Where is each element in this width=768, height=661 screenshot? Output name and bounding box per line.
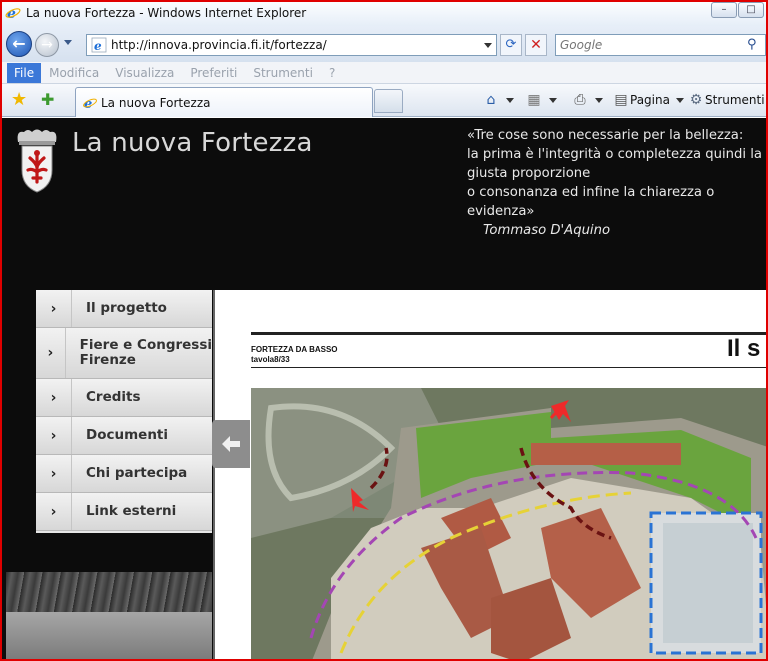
nav-item-label[interactable]: Fiere e Congressi Firenze	[66, 338, 212, 368]
menu-visualizza[interactable]: Visualizza	[107, 63, 182, 83]
quote-line: evidenza»	[467, 204, 535, 219]
nav-item-label[interactable]: Link esterni	[72, 504, 176, 519]
page-icon: ▤	[614, 92, 628, 108]
arrow-left-icon	[222, 436, 240, 452]
nav-item-credits[interactable]: › Credits	[36, 379, 212, 417]
gear-icon: ⚙	[689, 92, 703, 108]
recent-pages-dropdown-icon[interactable]	[64, 40, 72, 45]
tab-la-nuova-fortezza[interactable]: e La nuova Fortezza	[75, 87, 373, 117]
rss-feed-icon: ▦	[527, 92, 541, 108]
svg-text:e: e	[7, 6, 16, 21]
navigation-toolbar: ← → e http://innova.provincia.fi.it/fort…	[2, 26, 766, 62]
florence-coat-of-arms-logo	[17, 129, 57, 193]
print-button[interactable]: ⎙	[571, 90, 603, 110]
decorative-photo-strip	[6, 572, 212, 612]
title-bar: e La nuova Fortezza - Windows Internet E…	[2, 2, 766, 26]
tools-menu-label: Strumenti	[705, 93, 765, 107]
nav-item-label[interactable]: Il progetto	[72, 301, 167, 316]
svg-text:e: e	[94, 39, 102, 53]
page-menu-label: Pagina	[630, 93, 670, 107]
site-quote: «Tre cose sono necessarie per la bellezz…	[467, 126, 763, 240]
menu-modifica[interactable]: Modifica	[41, 63, 107, 83]
slide-previous-button[interactable]	[212, 420, 250, 468]
menu-bar: File Modifica Visualizza Preferiti Strum…	[2, 62, 766, 84]
nav-item-label-line1: Fiere e Congressi	[79, 337, 212, 353]
url-text[interactable]: http://innova.provincia.fi.it/fortezza/	[111, 38, 327, 52]
window-controls: – □	[710, 2, 764, 20]
search-icon[interactable]: ⚲	[747, 37, 763, 53]
tab-ie-icon: e	[83, 97, 97, 111]
printer-icon: ⎙	[574, 92, 586, 108]
chevron-right-icon: ›	[36, 290, 72, 327]
ie-logo-icon: e	[5, 6, 21, 21]
chevron-right-icon: ›	[36, 493, 72, 530]
search-input[interactable]	[560, 37, 740, 53]
nav-item-chi-partecipa[interactable]: › Chi partecipa	[36, 455, 212, 493]
minimize-button[interactable]: –	[711, 2, 737, 18]
document-viewer: FORTEZZA DA BASSO tavola8/33 Il s	[213, 290, 766, 659]
nav-item-il-progetto[interactable]: › Il progetto	[36, 290, 212, 328]
document-header: FORTEZZA DA BASSO tavola8/33 Il s	[251, 332, 766, 368]
document-heading: Il s	[727, 335, 761, 362]
page-ie-icon: e	[91, 37, 107, 53]
site-nav-menu: › Il progetto › Fiere e Congressi Firenz…	[36, 290, 212, 533]
menu-help[interactable]: ?	[321, 63, 343, 83]
address-bar[interactable]: e http://innova.provincia.fi.it/fortezza…	[86, 34, 497, 56]
menu-file[interactable]: File	[7, 62, 42, 83]
favorites-star-icon[interactable]: ★	[11, 90, 31, 110]
aerial-map-image	[251, 388, 766, 659]
quote-line: giusta proporzione	[467, 166, 591, 181]
nav-item-link-esterni[interactable]: › Link esterni	[36, 493, 212, 531]
page-menu-button[interactable]: ▤ Pagina	[612, 90, 684, 110]
chevron-right-icon: ›	[36, 417, 72, 454]
tools-menu-button[interactable]: ⚙ Strumenti	[687, 90, 765, 110]
site-title: La nuova Fortezza	[72, 128, 313, 158]
menu-preferiti[interactable]: Preferiti	[182, 63, 245, 83]
window-title: La nuova Fortezza - Windows Internet Exp…	[26, 6, 307, 20]
home-icon: ⌂	[486, 92, 496, 108]
browser-window: e La nuova Fortezza - Windows Internet E…	[0, 0, 768, 661]
nav-item-documenti[interactable]: › Documenti	[36, 417, 212, 455]
nav-item-label[interactable]: Credits	[72, 390, 141, 405]
refresh-button[interactable]: ⟳	[500, 34, 522, 56]
tab-label: La nuova Fortezza	[101, 96, 211, 110]
home-button[interactable]: ⌂	[482, 90, 514, 110]
new-tab-button[interactable]	[374, 89, 403, 113]
menu-strumenti[interactable]: Strumenti	[245, 63, 321, 83]
quote-line: o consonanza ed infine la chiarezza o	[467, 185, 715, 200]
chevron-right-icon: ›	[36, 455, 72, 492]
decorative-photo-strip-lower	[6, 612, 212, 659]
back-button[interactable]: ←	[6, 31, 32, 57]
add-favorite-icon[interactable]: ✚	[41, 90, 61, 110]
tab-command-bar: ★ ✚ e La nuova Fortezza ⌂ ▦ ⎙ ▤ Pagina ⚙…	[2, 84, 766, 117]
nav-item-label-line2: Firenze	[79, 352, 136, 368]
stop-button[interactable]: ✕	[525, 34, 547, 56]
forward-button[interactable]: →	[35, 33, 59, 57]
chevron-right-icon: ›	[36, 379, 72, 416]
maximize-button[interactable]: □	[738, 2, 764, 18]
nav-item-label[interactable]: Documenti	[72, 428, 168, 443]
nav-item-fiere-e-congressi[interactable]: › Fiere e Congressi Firenze	[36, 328, 212, 379]
quote-author: Tommaso D'Aquino	[483, 223, 611, 238]
document-page-number: tavola8/33	[251, 355, 290, 364]
feeds-button[interactable]: ▦	[525, 90, 557, 110]
document-title: FORTEZZA DA BASSO	[251, 345, 338, 354]
search-box[interactable]: ⚲	[555, 34, 766, 56]
web-content: La nuova Fortezza «Tre cose sono necessa…	[2, 118, 766, 659]
address-dropdown-icon[interactable]	[484, 43, 492, 48]
nav-item-label[interactable]: Chi partecipa	[72, 466, 187, 481]
quote-line: «Tre cose sono necessarie per la bellezz…	[467, 128, 744, 143]
chevron-right-icon: ›	[36, 328, 66, 378]
quote-line: la prima è l'integrità o completezza qui…	[467, 147, 763, 162]
